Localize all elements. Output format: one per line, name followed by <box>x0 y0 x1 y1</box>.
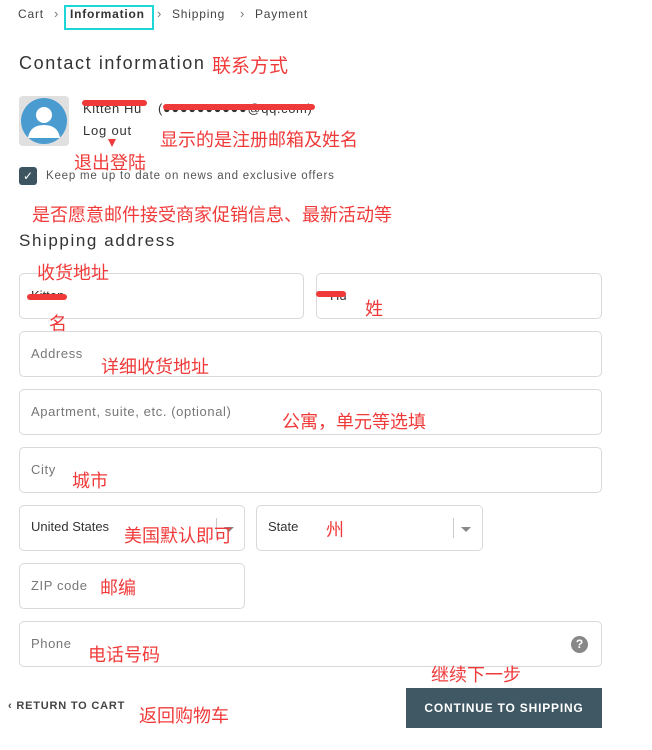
chevron-right-icon: › <box>157 6 162 21</box>
annotation-country: 美国默认即可 <box>124 526 232 547</box>
redaction-mark <box>316 291 346 297</box>
contact-title: Contact information <box>19 53 206 73</box>
newsletter-label: Keep me up to date on news and exclusive… <box>46 170 335 182</box>
annotation-city: 城市 <box>72 471 108 492</box>
redaction-mark <box>27 294 67 300</box>
annotation-newsletter: 是否愿意邮件接受商家促销信息、最新活动等 <box>32 205 392 226</box>
address-placeholder: Address <box>31 346 83 361</box>
chevron-right-icon: › <box>54 6 59 21</box>
help-icon[interactable]: ? <box>571 636 588 653</box>
redaction-mark <box>163 104 315 110</box>
chevron-right-icon: › <box>240 6 245 21</box>
avatar <box>19 96 69 146</box>
breadcrumb-shipping: Shipping <box>172 7 226 21</box>
logout-link[interactable]: Log out <box>83 123 132 138</box>
annotation-address: 详细收货地址 <box>101 357 209 378</box>
return-to-cart-link[interactable]: ‹ RETURN TO CART <box>8 700 125 712</box>
annotation-return: 返回购物车 <box>139 706 229 727</box>
annotation-shipping: 收货地址 <box>37 263 109 284</box>
return-to-cart-label: RETURN TO CART <box>16 700 126 712</box>
annotation-phone: 电话号码 <box>88 645 160 666</box>
annotation-continue: 继续下一步 <box>431 665 521 686</box>
annotation-apartment: 公寓，单元等选填 <box>282 412 426 433</box>
apartment-placeholder: Apartment, suite, etc. (optional) <box>31 404 232 419</box>
zip-placeholder: ZIP code <box>31 578 88 593</box>
state-placeholder: State <box>268 519 299 534</box>
city-placeholder: City <box>31 462 56 477</box>
annotation-contact: 联系方式 <box>212 55 289 77</box>
breadcrumb-cart[interactable]: Cart <box>18 7 44 21</box>
last-name-field[interactable]: Hu <box>316 273 602 319</box>
state-select[interactable]: State <box>256 505 483 551</box>
arrow-icon <box>108 139 116 147</box>
annotation-last-name: 姓 <box>365 299 383 320</box>
shipping-title: Shipping address <box>19 231 176 250</box>
user-icon <box>21 98 67 144</box>
annotation-state: 州 <box>326 520 344 541</box>
chevron-down-icon <box>461 527 471 532</box>
redaction-mark <box>82 100 147 106</box>
country-value: United States <box>31 519 110 534</box>
annotation-registered: 显示的是注册邮箱及姓名 <box>160 130 358 151</box>
phone-placeholder: Phone <box>31 636 72 651</box>
continue-to-shipping-button[interactable]: CONTINUE TO SHIPPING <box>406 688 602 728</box>
current-step-highlight <box>64 5 154 30</box>
newsletter-checkbox[interactable]: ✓ <box>19 167 37 185</box>
breadcrumb-payment: Payment <box>255 7 308 21</box>
annotation-zip: 邮编 <box>100 578 136 599</box>
